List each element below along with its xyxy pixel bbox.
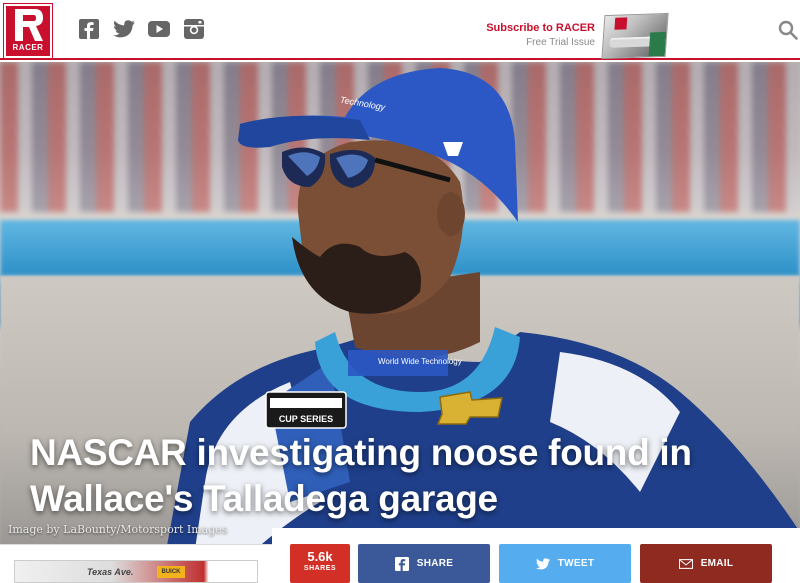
hero-image[interactable]: CUP SERIES World Wide Technology Technol… xyxy=(0,62,800,583)
twitter-tweet-button[interactable]: TWEET xyxy=(499,544,631,583)
facebook-share-button[interactable]: SHARE xyxy=(358,544,490,583)
ad-badge: BUICK xyxy=(157,566,185,578)
twitter-tweet-label: TWEET xyxy=(557,558,595,569)
facebook-share-label: SHARE xyxy=(416,558,454,569)
site-header: RACER Subscribe to RACER Free Trial Issu… xyxy=(0,0,800,60)
facebook-icon xyxy=(394,556,409,571)
ad-text: Texas Ave. xyxy=(87,567,134,577)
email-share-button[interactable]: EMAIL xyxy=(640,544,772,583)
share-count: 5.6k xyxy=(307,549,333,564)
suit-cup-series-text: CUP SERIES xyxy=(279,414,333,424)
youtube-icon[interactable] xyxy=(146,18,172,40)
image-credit: Image by LaBounty/Motorsport Images xyxy=(8,523,228,536)
magazine-cover-thumbnail[interactable] xyxy=(601,12,669,60)
ad-banner[interactable]: Texas Ave. BUICK xyxy=(14,560,258,583)
article-headline[interactable]: NASCAR investigating noose found in Wall… xyxy=(30,430,790,522)
racer-logo[interactable]: RACER xyxy=(3,3,53,59)
suit-wwt-text: World Wide Technology xyxy=(378,357,462,366)
share-count-label: SHARES xyxy=(303,565,337,572)
instagram-icon[interactable] xyxy=(183,18,205,40)
subscribe-subtitle: Free Trial Issue xyxy=(526,37,595,48)
twitter-icon xyxy=(535,557,550,569)
logo-r-mark xyxy=(15,9,43,41)
subscribe-link[interactable]: Subscribe to RACER Free Trial Issue xyxy=(486,22,595,48)
search-icon[interactable] xyxy=(778,20,798,45)
twitter-icon[interactable] xyxy=(112,18,136,40)
facebook-icon[interactable] xyxy=(78,18,100,40)
subscribe-title: Subscribe to RACER xyxy=(486,22,595,34)
share-count-badge: 5.6k SHARES xyxy=(290,544,350,583)
email-share-label: EMAIL xyxy=(700,558,734,569)
logo-text: RACER xyxy=(12,43,44,52)
magazine-stripe xyxy=(648,31,667,57)
magazine-logo xyxy=(614,17,628,30)
envelope-icon xyxy=(678,558,693,569)
